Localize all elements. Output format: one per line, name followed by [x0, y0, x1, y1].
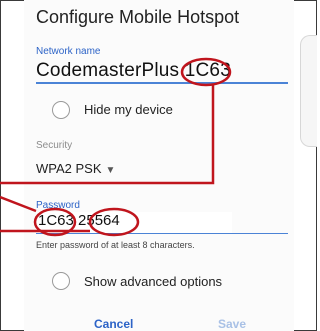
annotation-overlay — [0, 57, 232, 237]
annotation-line-middle — [0, 195, 37, 213]
annotation-line-top — [0, 85, 215, 185]
annotation-circle-password-suffix — [88, 207, 140, 237]
annotation-circle-network-suffix — [180, 57, 232, 87]
